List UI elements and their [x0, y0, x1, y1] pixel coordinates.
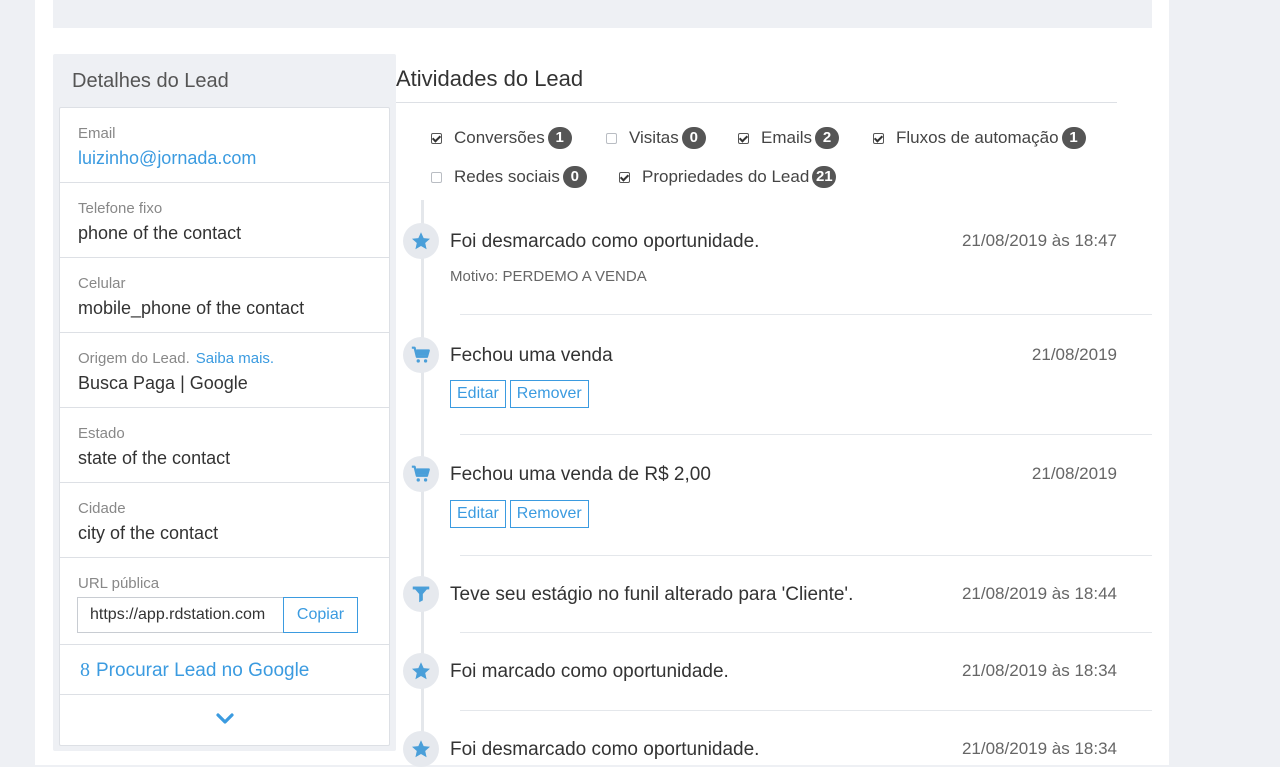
state-label: Estado: [78, 425, 125, 442]
state-value: state of the contact: [78, 448, 231, 468]
mobile-label: Celular: [78, 275, 126, 292]
event-date: 21/08/2019: [1031, 464, 1117, 483]
count-badge: 1: [1061, 127, 1086, 149]
public-url-label: URL pública: [78, 575, 160, 592]
filter-label: Propriedades do Lead: [642, 167, 810, 186]
event-date: 21/08/2019: [1031, 345, 1117, 364]
event-detail: Motivo: PERDEMO A VENDA: [450, 268, 647, 285]
email-label: Email: [78, 125, 116, 142]
filter-emails[interactable]: Emails 2: [738, 127, 840, 149]
email-field: Email luizinho@jornada.com: [60, 108, 389, 183]
event-text: Foi desmarcado como oportunidade.: [450, 231, 760, 252]
public-url-input[interactable]: [77, 597, 283, 633]
event-text: Foi marcado como oportunidade.: [450, 661, 729, 682]
count-badge: 0: [562, 166, 587, 188]
filter-label: Fluxos de automação: [896, 128, 1059, 147]
event-text: Foi desmarcado como oportunidade.: [450, 739, 760, 760]
public-url-row: Copiar: [77, 597, 358, 633]
google-search-label: Procurar Lead no Google: [96, 660, 310, 681]
mobile-value: mobile_phone of the contact: [78, 298, 305, 318]
count-badge: 2: [815, 127, 840, 149]
activities-divider: [396, 102, 1117, 103]
edit-button[interactable]: Editar: [450, 380, 506, 408]
star-icon: [403, 731, 439, 767]
star-icon: [403, 223, 439, 259]
count-badge: 0: [681, 127, 706, 149]
filter-label: Conversões: [454, 128, 545, 147]
event-divider: [460, 434, 1152, 435]
cart-icon: [403, 456, 439, 492]
star-icon: [403, 653, 439, 689]
city-field: Cidade city of the contact: [60, 483, 389, 558]
remove-button[interactable]: Remover: [509, 380, 589, 408]
filter-visitas-checkbox[interactable]: [606, 132, 617, 144]
lead-details-title: Detalhes do Lead: [72, 70, 229, 92]
filter-propriedades-checkbox[interactable]: [619, 171, 630, 183]
city-value: city of the contact: [78, 523, 219, 543]
email-link[interactable]: luizinho@jornada.com: [78, 148, 256, 169]
remove-button[interactable]: Remover: [509, 500, 589, 528]
top-bar: [53, 0, 1152, 28]
city-label: Cidade: [78, 500, 126, 517]
filter-fluxos-checkbox[interactable]: [873, 132, 884, 144]
event-text: Fechou uma venda de R$ 2,00: [450, 464, 711, 485]
activities-title: Atividades do Lead: [396, 66, 584, 91]
count-badge: 21: [812, 166, 837, 188]
event-divider: [460, 314, 1152, 315]
event-divider: [460, 555, 1152, 556]
phone-field: Telefone fixo phone of the contact: [60, 183, 389, 258]
event-actions: Editar Remover: [450, 380, 589, 408]
filter-visitas[interactable]: Visitas 0: [606, 127, 706, 149]
chevron-down-icon[interactable]: [215, 710, 235, 728]
state-field: Estado state of the contact: [60, 408, 389, 483]
lead-details-panel: Detalhes do Lead Email luizinho@jornada.…: [53, 54, 396, 751]
funnel-icon: [403, 576, 439, 612]
event-text: Teve seu estágio no funil alterado para …: [450, 584, 854, 605]
filter-label: Visitas: [629, 128, 679, 147]
copy-button[interactable]: Copiar: [283, 597, 358, 633]
count-badge: 1: [547, 127, 572, 149]
google-plus-icon: 8: [80, 659, 90, 681]
event-divider: [460, 632, 1152, 633]
filter-conversoes[interactable]: Conversões 1: [431, 127, 572, 149]
event-date: 21/08/2019 às 18:47: [961, 231, 1117, 250]
filter-label: Emails: [761, 128, 813, 147]
cart-icon: [403, 337, 439, 373]
phone-value: phone of the contact: [78, 223, 242, 243]
learn-more-link[interactable]: Saiba mais.: [196, 350, 274, 367]
event-date: 21/08/2019 às 18:34: [961, 661, 1117, 680]
phone-label: Telefone fixo: [78, 200, 163, 217]
event-text: Fechou uma venda: [450, 345, 613, 366]
public-url-field: URL pública Copiar: [60, 558, 389, 645]
lead-details-box: Email luizinho@jornada.com Telefone fixo…: [59, 107, 390, 746]
filter-propriedades[interactable]: Propriedades do Lead 21: [619, 166, 837, 188]
event-date: 21/08/2019 às 18:34: [961, 739, 1117, 758]
filter-label: Redes sociais: [454, 167, 560, 186]
origin-label: Origem do Lead. Saiba mais.: [78, 350, 274, 367]
origin-field: Origem do Lead. Saiba mais. Busca Paga | …: [60, 333, 389, 408]
event-divider: [460, 710, 1152, 711]
mobile-field: Celular mobile_phone of the contact: [60, 258, 389, 333]
origin-value: Busca Paga | Google: [78, 373, 248, 393]
event-actions: Editar Remover: [450, 500, 589, 528]
page: Detalhes do Lead Email luizinho@jornada.…: [35, 0, 1169, 765]
filter-conversoes-checkbox[interactable]: [431, 132, 442, 144]
filter-emails-checkbox[interactable]: [738, 132, 749, 144]
edit-button[interactable]: Editar: [450, 500, 506, 528]
filter-redes-sociais-checkbox[interactable]: [431, 171, 442, 183]
google-search-link[interactable]: 8 Procurar Lead no Google: [80, 659, 309, 682]
origin-label-text: Origem do Lead.: [78, 350, 190, 367]
filter-redes-sociais[interactable]: Redes sociais 0: [431, 166, 587, 188]
filter-fluxos[interactable]: Fluxos de automação 1: [873, 127, 1086, 149]
google-search-row: 8 Procurar Lead no Google: [60, 645, 389, 695]
event-date: 21/08/2019 às 18:44: [961, 584, 1117, 603]
